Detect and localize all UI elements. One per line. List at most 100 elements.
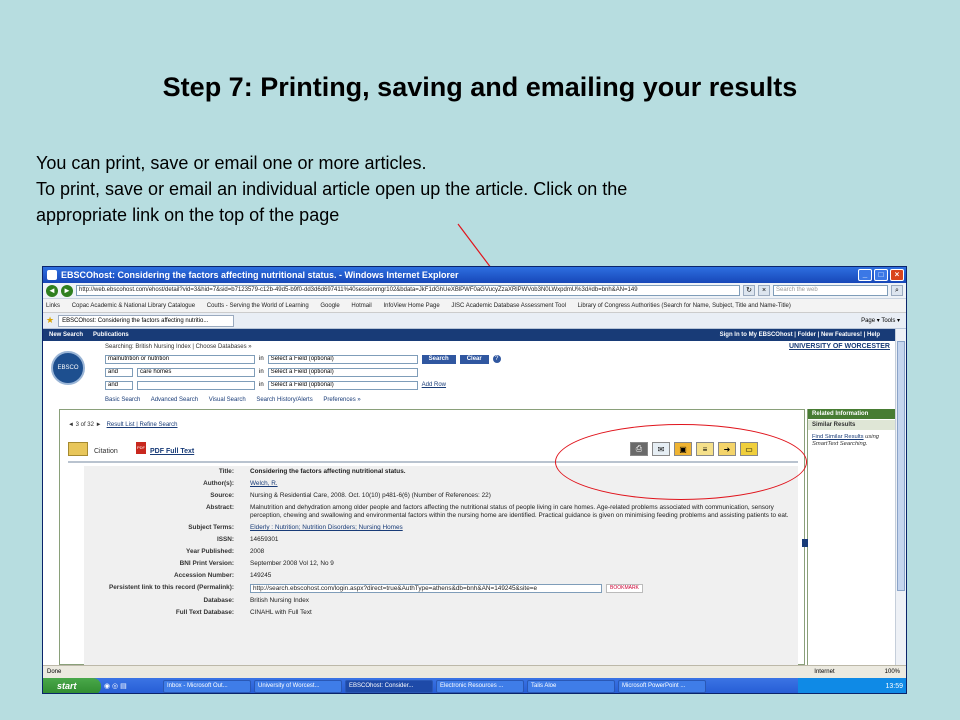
advanced-search-link[interactable]: Advanced Search bbox=[151, 397, 198, 403]
subject-terms-links[interactable]: Elderly : Nutrition; Nutrition Disorders… bbox=[250, 524, 798, 532]
search-button[interactable]: Search bbox=[421, 354, 456, 364]
citation-tab[interactable]: Citation bbox=[94, 448, 118, 455]
sidebar-header: Related Information bbox=[808, 409, 896, 419]
vertical-scrollbar[interactable] bbox=[895, 329, 906, 665]
link-hotmail[interactable]: Hotmail bbox=[351, 303, 371, 309]
links-bar: Links Copac Academic & National Library … bbox=[43, 299, 906, 313]
university-link[interactable]: UNIVERSITY OF WORCESTER bbox=[789, 343, 890, 350]
slide-body-line-3: appropriate link on the top of the page bbox=[36, 205, 340, 225]
link-coutts[interactable]: Coutts - Serving the World of Learning bbox=[207, 303, 309, 309]
address-bar: ◄ ► http://web.ebscohost.com/ehost/detai… bbox=[43, 283, 906, 299]
record-label: ISSN: bbox=[216, 536, 234, 543]
task-outlook[interactable]: Inbox - Microsoft Out... bbox=[163, 680, 251, 693]
visual-search-link[interactable]: Visual Search bbox=[209, 397, 246, 403]
task-ebscohost[interactable]: EBSCOhost: Consider... bbox=[345, 680, 433, 693]
pdf-full-text-link[interactable]: PDF Full Text bbox=[150, 448, 194, 455]
nav-right-links[interactable]: Sign In to My EBSCOhost | Folder | New F… bbox=[720, 329, 886, 341]
sidebar-collapse-icon[interactable] bbox=[802, 539, 808, 547]
field-select[interactable]: Select a Field (optional) bbox=[267, 354, 418, 364]
in-label: in bbox=[259, 382, 264, 388]
stop-icon[interactable]: × bbox=[758, 285, 770, 296]
minimize-icon[interactable]: _ bbox=[858, 269, 872, 281]
quick-launch-icons[interactable]: ◉ ◎ ▤ bbox=[104, 680, 160, 693]
link-google[interactable]: Google bbox=[320, 303, 339, 309]
search-history-link[interactable]: Search History/Alerts bbox=[256, 397, 312, 403]
search-row-2: and care homes in Select a Field (option… bbox=[105, 367, 418, 377]
page-tools-menu[interactable]: Page ▾ Tools ▾ bbox=[861, 317, 906, 324]
close-icon[interactable]: × bbox=[890, 269, 904, 281]
task-powerpoint[interactable]: Microsoft PowerPoint ... bbox=[618, 680, 706, 693]
link-loc[interactable]: Library of Congress Authorities (Search … bbox=[578, 303, 791, 309]
status-bar: Done Internet 100% bbox=[43, 665, 906, 678]
search-row-3: and in Select a Field (optional) Add Row bbox=[105, 380, 446, 390]
record-row: Persistent link to this record (Permalin… bbox=[84, 582, 798, 595]
record-row: Abstract: Malnutrition and dehydration am… bbox=[84, 502, 798, 522]
status-text: Done bbox=[47, 669, 62, 675]
folder-icon bbox=[68, 442, 88, 456]
preferences-link[interactable]: Preferences » bbox=[323, 397, 360, 403]
record-abstract: Malnutrition and dehydration among older… bbox=[250, 504, 789, 519]
record-label: Persistent link to this record (Permalin… bbox=[108, 584, 234, 591]
zoom-level[interactable]: 100% bbox=[885, 666, 900, 678]
record-row: Database: British Nursing Index bbox=[84, 595, 798, 607]
record-label: Accession Number: bbox=[173, 572, 234, 579]
related-information-sidebar: Related Information Similar Results Find… bbox=[802, 409, 896, 665]
task-electronic-resources[interactable]: Electronic Resources ... bbox=[436, 680, 524, 693]
system-tray-clock: 13:59 bbox=[798, 678, 906, 693]
find-similar-link[interactable]: Find Similar Results bbox=[812, 434, 864, 440]
record-label: Abstract: bbox=[205, 504, 234, 511]
maximize-icon[interactable]: □ bbox=[874, 269, 888, 281]
record-row: BNI Print Version: September 2008 Vol 12,… bbox=[84, 558, 798, 570]
record-label: Year Published: bbox=[186, 548, 234, 555]
start-button[interactable]: start bbox=[43, 678, 101, 693]
basic-search-link[interactable]: Basic Search bbox=[105, 397, 140, 403]
scroll-thumb[interactable] bbox=[897, 341, 905, 591]
nav-publications[interactable]: Publications bbox=[93, 329, 129, 341]
add-row-link[interactable]: Add Row bbox=[422, 382, 446, 388]
bool-operator-select[interactable]: and bbox=[105, 380, 133, 390]
ebsco-logo: EBSCO bbox=[51, 351, 85, 385]
record-accession: 149245 bbox=[250, 572, 272, 579]
record-label: Subject Terms: bbox=[188, 524, 234, 531]
url-input[interactable]: http://web.ebscohost.com/ehost/detail?vi… bbox=[76, 285, 740, 296]
slide-title: Step 7: Printing, saving and emailing yo… bbox=[162, 72, 798, 102]
record-issn: 14659301 bbox=[250, 536, 279, 543]
result-list-links[interactable]: Result List | Refine Search bbox=[107, 422, 178, 428]
clear-button[interactable]: Clear bbox=[459, 354, 489, 364]
record-print-version: September 2008 Vol 12, No 9 bbox=[250, 560, 334, 567]
link-infoview[interactable]: InfoView Home Page bbox=[383, 303, 439, 309]
field-select[interactable]: Select a Field (optional) bbox=[267, 380, 418, 390]
nav-new-search[interactable]: New Search bbox=[49, 329, 83, 341]
field-select[interactable]: Select a Field (optional) bbox=[267, 367, 418, 377]
task-talis[interactable]: Talis Aloe bbox=[527, 680, 615, 693]
record-label: Source: bbox=[210, 492, 234, 499]
bool-operator-select[interactable]: and bbox=[105, 367, 133, 377]
result-counter[interactable]: ◄ 3 of 32 ► bbox=[68, 422, 102, 428]
record-label: Title: bbox=[218, 468, 234, 475]
links-label: Links bbox=[46, 303, 61, 309]
favorites-star-icon[interactable]: ★ bbox=[46, 315, 54, 326]
windows-taskbar: start ◉ ◎ ▤ Inbox - Microsoft Out... Uni… bbox=[43, 678, 906, 693]
search-term-input[interactable] bbox=[137, 380, 255, 390]
record-row: Accession Number: 149245 bbox=[84, 570, 798, 582]
link-jisc[interactable]: JISC Academic Database Assessment Tool bbox=[451, 303, 566, 309]
search-term-input[interactable]: care homes bbox=[137, 367, 255, 377]
record-row: Subject Terms: Elderly : Nutrition; Nutri… bbox=[84, 522, 798, 534]
link-copac[interactable]: Copac Academic & National Library Catalo… bbox=[72, 303, 195, 309]
bookmark-button[interactable]: BOOKMARK bbox=[606, 584, 643, 593]
help-icon[interactable]: ? bbox=[492, 355, 501, 363]
slide-body-line-1: You can print, save or email one or more… bbox=[36, 153, 427, 173]
zone-text: Internet bbox=[814, 669, 835, 675]
web-search-input[interactable]: Search the web bbox=[773, 285, 888, 296]
search-term-input[interactable]: malnutrition or nutrition bbox=[105, 354, 255, 364]
tab-ebscohost[interactable]: EBSCOhost: Considering the factors affec… bbox=[58, 314, 235, 327]
in-label: in bbox=[259, 356, 264, 362]
back-icon[interactable]: ◄ bbox=[46, 284, 58, 297]
record-row: ISSN: 14659301 bbox=[84, 534, 798, 546]
record-fulltext-db: CINAHL with Full Text bbox=[250, 609, 312, 616]
permalink-field[interactable]: http://search.ebscohost.com/login.aspx?d… bbox=[250, 584, 602, 593]
forward-icon[interactable]: ► bbox=[61, 284, 73, 297]
search-icon[interactable]: ⌕ bbox=[891, 285, 903, 296]
task-university[interactable]: University of Worcest... bbox=[254, 680, 342, 693]
refresh-icon[interactable]: ↻ bbox=[743, 285, 755, 296]
